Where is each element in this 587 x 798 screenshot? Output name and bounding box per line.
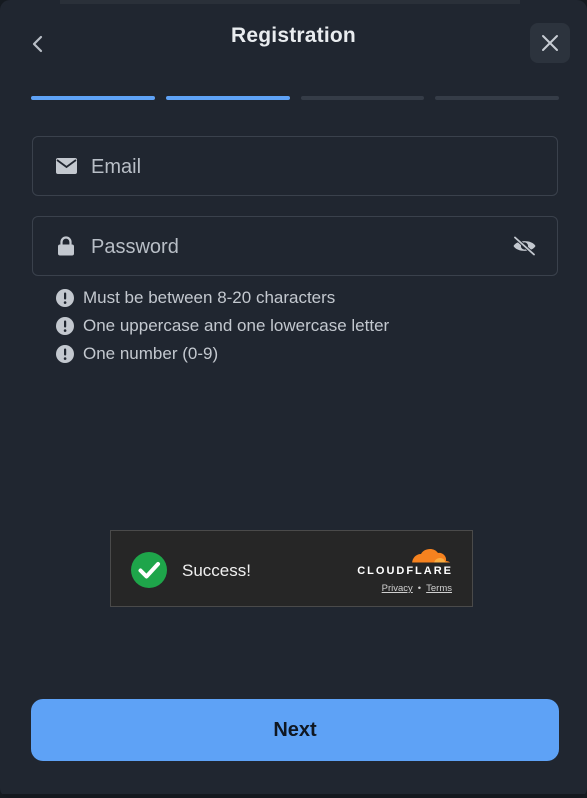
password-rule-text: Must be between 8-20 characters (83, 288, 336, 307)
cloudflare-captcha-widget[interactable]: Success! CLOUDFLARE Privacy • Terms (110, 530, 473, 607)
close-button[interactable] (530, 23, 570, 63)
captcha-status: Success! (182, 561, 251, 580)
lock-icon (55, 235, 77, 257)
page-title: Registration (231, 24, 356, 47)
privacy-link[interactable]: Privacy (382, 583, 413, 594)
password-input[interactable] (89, 217, 493, 277)
next-button[interactable]: Next (31, 699, 559, 761)
exclamation-circle-icon (56, 317, 74, 335)
exclamation-circle-icon (56, 345, 74, 363)
password-rule: One uppercase and one lowercase letter (56, 312, 389, 340)
password-field (32, 216, 558, 277)
progress-step (301, 96, 424, 100)
eye-off-icon (512, 236, 536, 256)
success-check-icon (131, 552, 167, 588)
step-progress (31, 96, 559, 101)
password-rule-text: One uppercase and one lowercase letter (83, 316, 390, 335)
password-rule-text: One number (0-9) (83, 344, 219, 363)
toggle-password-visibility-button[interactable] (511, 233, 537, 259)
link-separator: • (417, 583, 422, 594)
email-input[interactable] (89, 137, 493, 197)
backdrop-edge (0, 794, 587, 798)
captcha-links: Privacy • Terms (382, 583, 452, 594)
progress-step (31, 96, 155, 100)
password-requirements: Must be between 8-20 characters One uppe… (56, 284, 389, 368)
password-rule: Must be between 8-20 characters (56, 284, 389, 312)
terms-link[interactable]: Terms (426, 583, 452, 594)
progress-step (166, 96, 290, 100)
backdrop-edge (60, 0, 520, 4)
email-field (32, 136, 558, 197)
password-rule: One number (0-9) (56, 340, 389, 368)
progress-step (435, 96, 559, 100)
exclamation-circle-icon (56, 289, 74, 307)
cloudflare-brand: CLOUDFLARE (357, 565, 453, 577)
close-icon (542, 35, 558, 51)
registration-modal: Registration Email Must be between 8-20 … (0, 0, 587, 798)
envelope-icon (55, 155, 77, 177)
